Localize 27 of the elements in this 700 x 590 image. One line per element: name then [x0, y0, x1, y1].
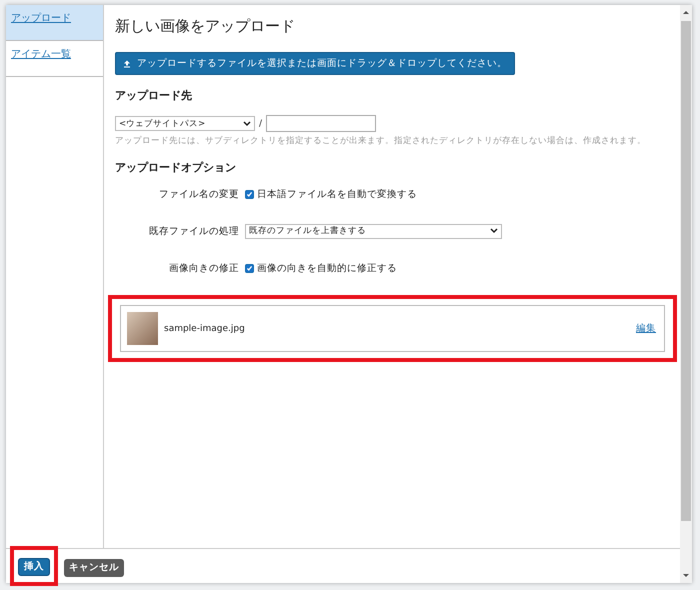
chevron-down-icon	[243, 120, 251, 126]
upload-button[interactable]: アップロードするファイルを選択または画面にドラッグ＆ドロップしてください。	[115, 52, 515, 75]
option-label: ファイル名の変更	[158, 188, 239, 200]
chevron-down-icon	[490, 228, 498, 234]
hint-text: アップロード先には、サブディレクトリを指定することが出来ます。指定されたディレクトリが存在しない場合は、作成されます。	[115, 135, 647, 147]
upload-icon	[123, 60, 131, 68]
checkbox-label: 日本語ファイル名を自動で変換する	[257, 188, 417, 200]
section-heading: アップロードオプション	[115, 160, 237, 175]
file-name: sample-image.jpg	[164, 324, 246, 334]
overwrite-select[interactable]: 既存のファイルを上書きする	[245, 224, 502, 238]
edit-link[interactable]: 編集	[636, 322, 656, 335]
option-label: 画像向きの修正	[168, 262, 239, 274]
dialog-title: 新しい画像をアップロード	[115, 17, 296, 36]
insert-button[interactable]: 挿入	[18, 558, 50, 576]
checkbox[interactable]	[245, 264, 254, 272]
checkbox[interactable]	[245, 190, 254, 198]
option-label: 既存ファイルの処理	[148, 224, 239, 238]
checkbox-label: 画像の向きを自動的に修正する	[257, 262, 397, 274]
sidebar-item[interactable]: アイテム一覧	[6, 41, 103, 77]
cancel-button[interactable]: キャンセル	[64, 558, 124, 577]
section-heading: アップロード先	[115, 88, 193, 103]
path-select[interactable]: <ウェブサイトパス>	[115, 116, 255, 131]
photo-placeholder	[127, 312, 158, 345]
subdirectory-input-field[interactable]	[266, 115, 376, 132]
path-separator: /	[259, 118, 262, 128]
sidebar-item[interactable]: アップロード	[6, 5, 103, 41]
scrollbar-drawing[interactable]	[680, 5, 692, 583]
